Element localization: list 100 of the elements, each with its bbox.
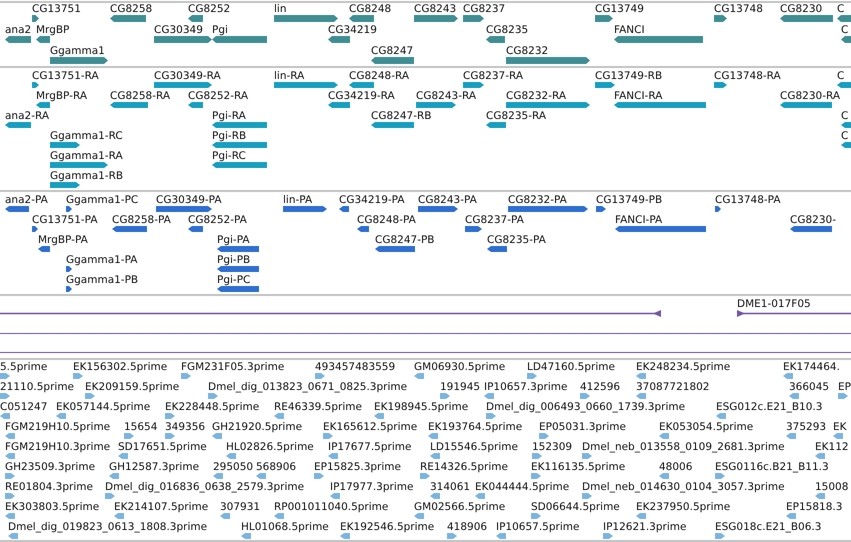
est-label: HL01068.5prime [241,521,329,533]
protein-label: CG30349-PA [156,194,222,206]
gene-label: FANCI [614,24,645,36]
protein-label: CG13748-PA [715,194,781,206]
est-label: LD47160.5prime [527,361,615,373]
transcript-label: CG13749-RB [595,70,662,82]
transcript-label: CG8232-RA [506,90,566,102]
est-label: EK209159.5prime [85,381,180,393]
gene-label: CG8232 [506,45,548,57]
transcript-label: CG8248-RA [349,70,410,82]
est-label: EP15818.3 [786,501,842,513]
est-label: IP17977.3prime [330,481,414,493]
est-label: EK116135.5prime [531,461,626,473]
gene-label: C [837,3,844,15]
transcript-label: CG13748-RA [714,70,781,82]
gene-label: MrgBP [36,24,70,36]
protein-label: CG8248-PA [357,214,416,226]
est-label: HL02826.5prime [226,441,314,453]
protein-label: Pgi-PB [217,254,250,266]
transcript-label: CG8258-RA [110,90,170,102]
clone-label: DME1-017F05 [737,298,811,310]
est-label: ESG018c.E21_B06.3 [715,521,822,533]
est-label: IP17677.5prime [328,441,412,453]
protein-label: CG8252-PA [188,214,247,226]
protein-label: lin-PA [283,194,312,206]
est-label: FGM219H10.3prime [5,441,110,453]
transcript-label: CG8235-RA [486,110,546,122]
est-label: SD06644.5prime [531,501,620,513]
est-label: 366045 [789,381,830,393]
gene-label: CG13749 [595,3,644,15]
est-label: FGM219H10.5prime [5,421,110,433]
est-label: GM02566.5prime [414,501,506,513]
transcript-label: CG13751-RA [32,70,99,82]
est-label: EK237950.5prime [636,501,730,513]
transcript-label: CG8247-RB [371,110,432,122]
protein-label: ana2-PA [5,194,48,206]
gene-label: CG8235 [486,24,528,36]
gene-label: CG30349 [154,24,203,36]
est-label: 152309 [532,441,572,453]
est-label: 418906 [447,521,488,533]
est-label: ESG012c.E21_B10.3 [716,401,822,413]
protein-label: CG8237-PA [465,214,524,226]
est-label: 412596 [580,381,620,393]
est-label: GH21920.5prime [212,421,302,433]
protein-label: CG34219-PA [339,194,405,206]
transcript-label: Pgi-RA [212,110,246,122]
protein-label: CG8235-PA [487,234,546,246]
est-label: Dmel_dig_013823_0671_0825.3prime [208,381,408,393]
est-label: EK248234.5prime [636,361,730,373]
est-label: RE46339.5prime [274,401,362,413]
est-label: Dmel_neb_013558_0109_2681.3prime [582,441,785,453]
transcript-label: ana2-RA [5,110,50,122]
est-label: GH12587.3prime [109,461,200,473]
gene-label: CG13751 [32,3,81,15]
est-label: FGM231F05.3prime [181,361,284,373]
est-label: Dmel_dig_006493_0660_1739.3prime [486,401,686,413]
transcript-label: Ggamma1-RA [50,150,123,162]
gene-label: Ggamma1 [50,45,105,57]
protein-label: FANCI-PA [615,214,662,226]
protein-label: CG8243-PA [418,194,477,206]
gene-label: CG8258 [110,3,152,15]
gene-label: C [841,24,848,36]
transcript-label: CG8237-RA [463,70,524,82]
est-label: EP05031.3prime [539,421,626,433]
est-label: IP10657.5prime [496,521,580,533]
transcript-label: Pgi-RB [212,130,246,142]
protein-label: Pgi-PA [217,234,250,246]
protein-label: Ggamma1-PC [66,194,138,206]
protein-label: MrgBP-PA [38,234,88,246]
gene-label: CG8230 [780,3,822,15]
est-label: RE01804.3prime [5,481,93,493]
transcript-label: MrgBP-RA [36,90,88,102]
est-label: EK193764.5prime [428,421,522,433]
est-label: SD17651.5prime [118,441,207,453]
transcript-label: C [841,130,848,142]
est-label: Dmel_dig_016836_0638_2579.3prime [105,481,304,493]
est-label: 295050 [213,461,254,473]
est-label: GH23509.3prime [5,461,96,473]
transcript-label: Ggamma1-RB [50,170,124,182]
est-label: 37087721802 [636,381,710,393]
transcript-label: CG8252-RA [188,90,248,102]
protein-label: CG8258-PA [112,214,171,226]
protein-label: CG8230- [790,214,836,226]
est-label: EK198945.5prime [374,401,468,413]
gene-label: CG13748 [714,3,763,15]
transcript-label: lin-RA [274,70,304,82]
est-label: Dmel_neb_014630_0104_3057.3prime [582,481,785,493]
protein-label: Ggamma1-PA [66,254,138,266]
est-label: EK057144.5prime [56,401,150,413]
gene-label: Pgi [212,24,228,36]
transcript-label: Pgi-RC [212,150,246,162]
est-label: Dmel_dig_019823_0613_1808.3prime [8,521,208,533]
protein-label: CG8232-PA [508,194,567,206]
est-label: 21110.5prime [0,381,74,393]
gene-label: CG8237 [463,3,506,15]
est-label: EK053054.5prime [659,421,754,433]
transcript-label: CG30349-RA [154,70,221,82]
est-label: LD15546.5prime [430,441,518,453]
transcript-label: C [841,110,848,122]
est-label: IP12621.3prime [603,521,686,533]
